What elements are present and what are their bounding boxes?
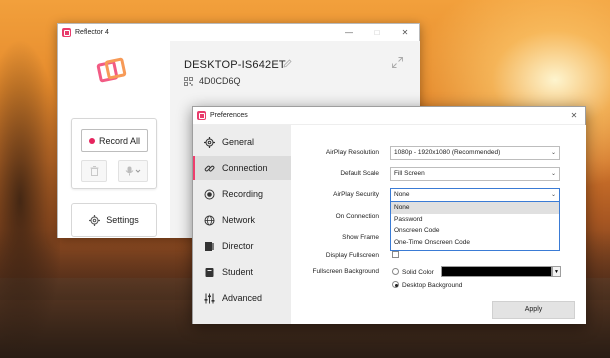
on-connection-label: On Connection — [335, 213, 379, 220]
display-fullscreen-label: Display Fullscreen — [325, 252, 379, 259]
preferences-window: Preferences ✕ General Connection Recordi… — [192, 106, 586, 324]
reflector-title: Reflector 4 — [75, 29, 109, 36]
sliders-icon — [203, 292, 215, 304]
microphone-button[interactable] — [118, 160, 148, 182]
airplay-security-value: None — [394, 191, 410, 198]
nav-label-general: General — [222, 137, 255, 147]
reflector-logo-icon — [96, 57, 128, 87]
solid-color-label: Solid Color — [402, 269, 434, 276]
show-frame-label: Show Frame — [342, 234, 379, 241]
nav-item-advanced[interactable]: Advanced — [193, 286, 291, 310]
nav-label-advanced: Advanced — [222, 293, 263, 303]
security-option-onscreen-code[interactable]: Onscreen Code — [391, 225, 559, 237]
connection-settings: AirPlay Resolution 1080p - 1920x1080 (Re… — [291, 125, 586, 324]
nav-item-network[interactable]: Network — [193, 208, 291, 232]
color-swatch[interactable] — [441, 266, 552, 277]
record-dot-icon — [88, 137, 95, 144]
device-name: DESKTOP-IS642ET — [184, 59, 286, 71]
security-option-password[interactable]: Password — [391, 214, 559, 226]
default-scale-select[interactable]: Fill Screen ⌄ — [390, 167, 560, 181]
record-all-button[interactable]: Record All — [81, 129, 148, 152]
default-scale-label: Default Scale — [340, 170, 379, 177]
mic-icon — [125, 166, 141, 176]
delete-button[interactable] — [81, 160, 107, 182]
settings-button[interactable]: Settings — [71, 203, 157, 237]
chevron-down-icon: ⌄ — [550, 192, 556, 198]
gear-icon — [203, 136, 215, 148]
airplay-security-label: AirPlay Security — [333, 191, 379, 198]
default-scale-value: Fill Screen — [394, 170, 425, 177]
wallpaper-tree — [0, 0, 60, 358]
airplay-security-select[interactable]: None ⌄ — [390, 188, 560, 202]
security-option-none[interactable]: None — [391, 202, 559, 214]
close-button[interactable]: ✕ — [391, 24, 419, 41]
chevron-down-icon: ⌄ — [550, 150, 556, 156]
chevron-down-icon: ⌄ — [550, 171, 556, 177]
airplay-resolution-label: AirPlay Resolution — [325, 149, 379, 156]
preferences-titlebar: Preferences ✕ — [193, 107, 585, 125]
reflector-app-icon — [62, 28, 71, 37]
device-code: 4D0CD6Q — [184, 76, 241, 86]
reflector-titlebar: Reflector 4 — □ ✕ — [58, 24, 419, 41]
reflector-sidebar: Record All Settings — [58, 41, 170, 238]
color-picker-dropdown[interactable]: ▼ — [552, 266, 561, 277]
airplay-resolution-value: 1080p - 1920x1080 (Recommended) — [394, 149, 501, 156]
desktop-background-radio[interactable] — [392, 281, 399, 288]
record-all-label: Record All — [98, 135, 141, 146]
airplay-resolution-select[interactable]: 1080p - 1920x1080 (Recommended) ⌄ — [390, 146, 560, 160]
recording-controls: Record All — [71, 118, 157, 189]
minimize-button[interactable]: — — [335, 24, 363, 41]
desktop-background-label: Desktop Background — [402, 282, 463, 289]
display-fullscreen-checkbox[interactable] — [392, 251, 399, 258]
preferences-close-button[interactable]: ✕ — [563, 111, 585, 120]
trash-icon — [90, 166, 98, 176]
security-option-one-time-code[interactable]: One-Time Onscreen Code — [391, 237, 559, 249]
settings-label: Settings — [106, 215, 139, 225]
solid-color-radio[interactable] — [392, 268, 399, 275]
expand-icon[interactable] — [392, 57, 403, 68]
gear-icon — [89, 214, 101, 226]
device-code-text: 4D0CD6Q — [199, 76, 241, 86]
fullscreen-background-label: Fullscreen Background — [312, 268, 379, 275]
nav-label-director: Director — [222, 241, 254, 251]
apply-button[interactable]: Apply — [492, 301, 575, 319]
pencil-icon[interactable] — [283, 59, 292, 68]
director-icon — [203, 240, 215, 252]
maximize-button[interactable]: □ — [363, 24, 391, 41]
qr-icon — [184, 76, 193, 86]
preferences-title: Preferences — [210, 112, 248, 119]
preferences-app-icon — [197, 111, 206, 120]
airplay-security-dropdown: None Password Onscreen Code One-Time Ons… — [390, 202, 560, 251]
